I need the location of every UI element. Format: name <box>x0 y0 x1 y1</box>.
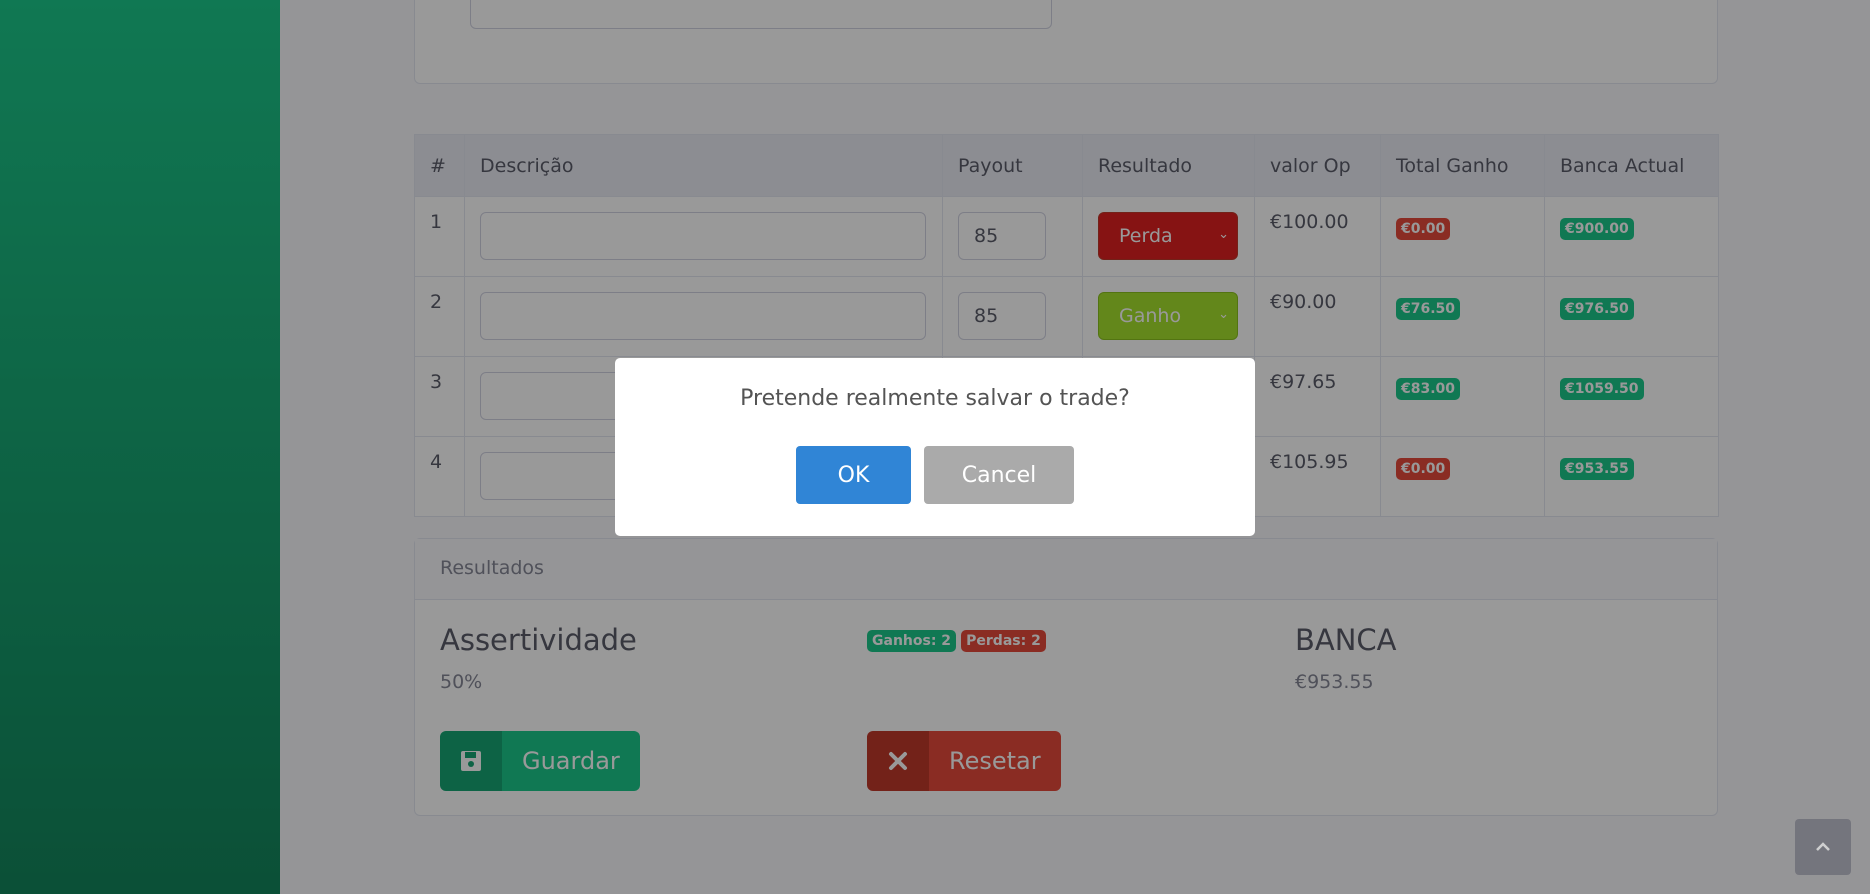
confirm-dialog: Pretende realmente salvar o trade? OK Ca… <box>615 358 1255 536</box>
ok-button[interactable]: OK <box>796 446 911 504</box>
confirm-message: Pretende realmente salvar o trade? <box>740 386 1130 411</box>
chevron-up-icon <box>1816 842 1830 851</box>
scroll-to-top-button[interactable] <box>1795 819 1851 875</box>
cancel-button[interactable]: Cancel <box>924 446 1074 504</box>
